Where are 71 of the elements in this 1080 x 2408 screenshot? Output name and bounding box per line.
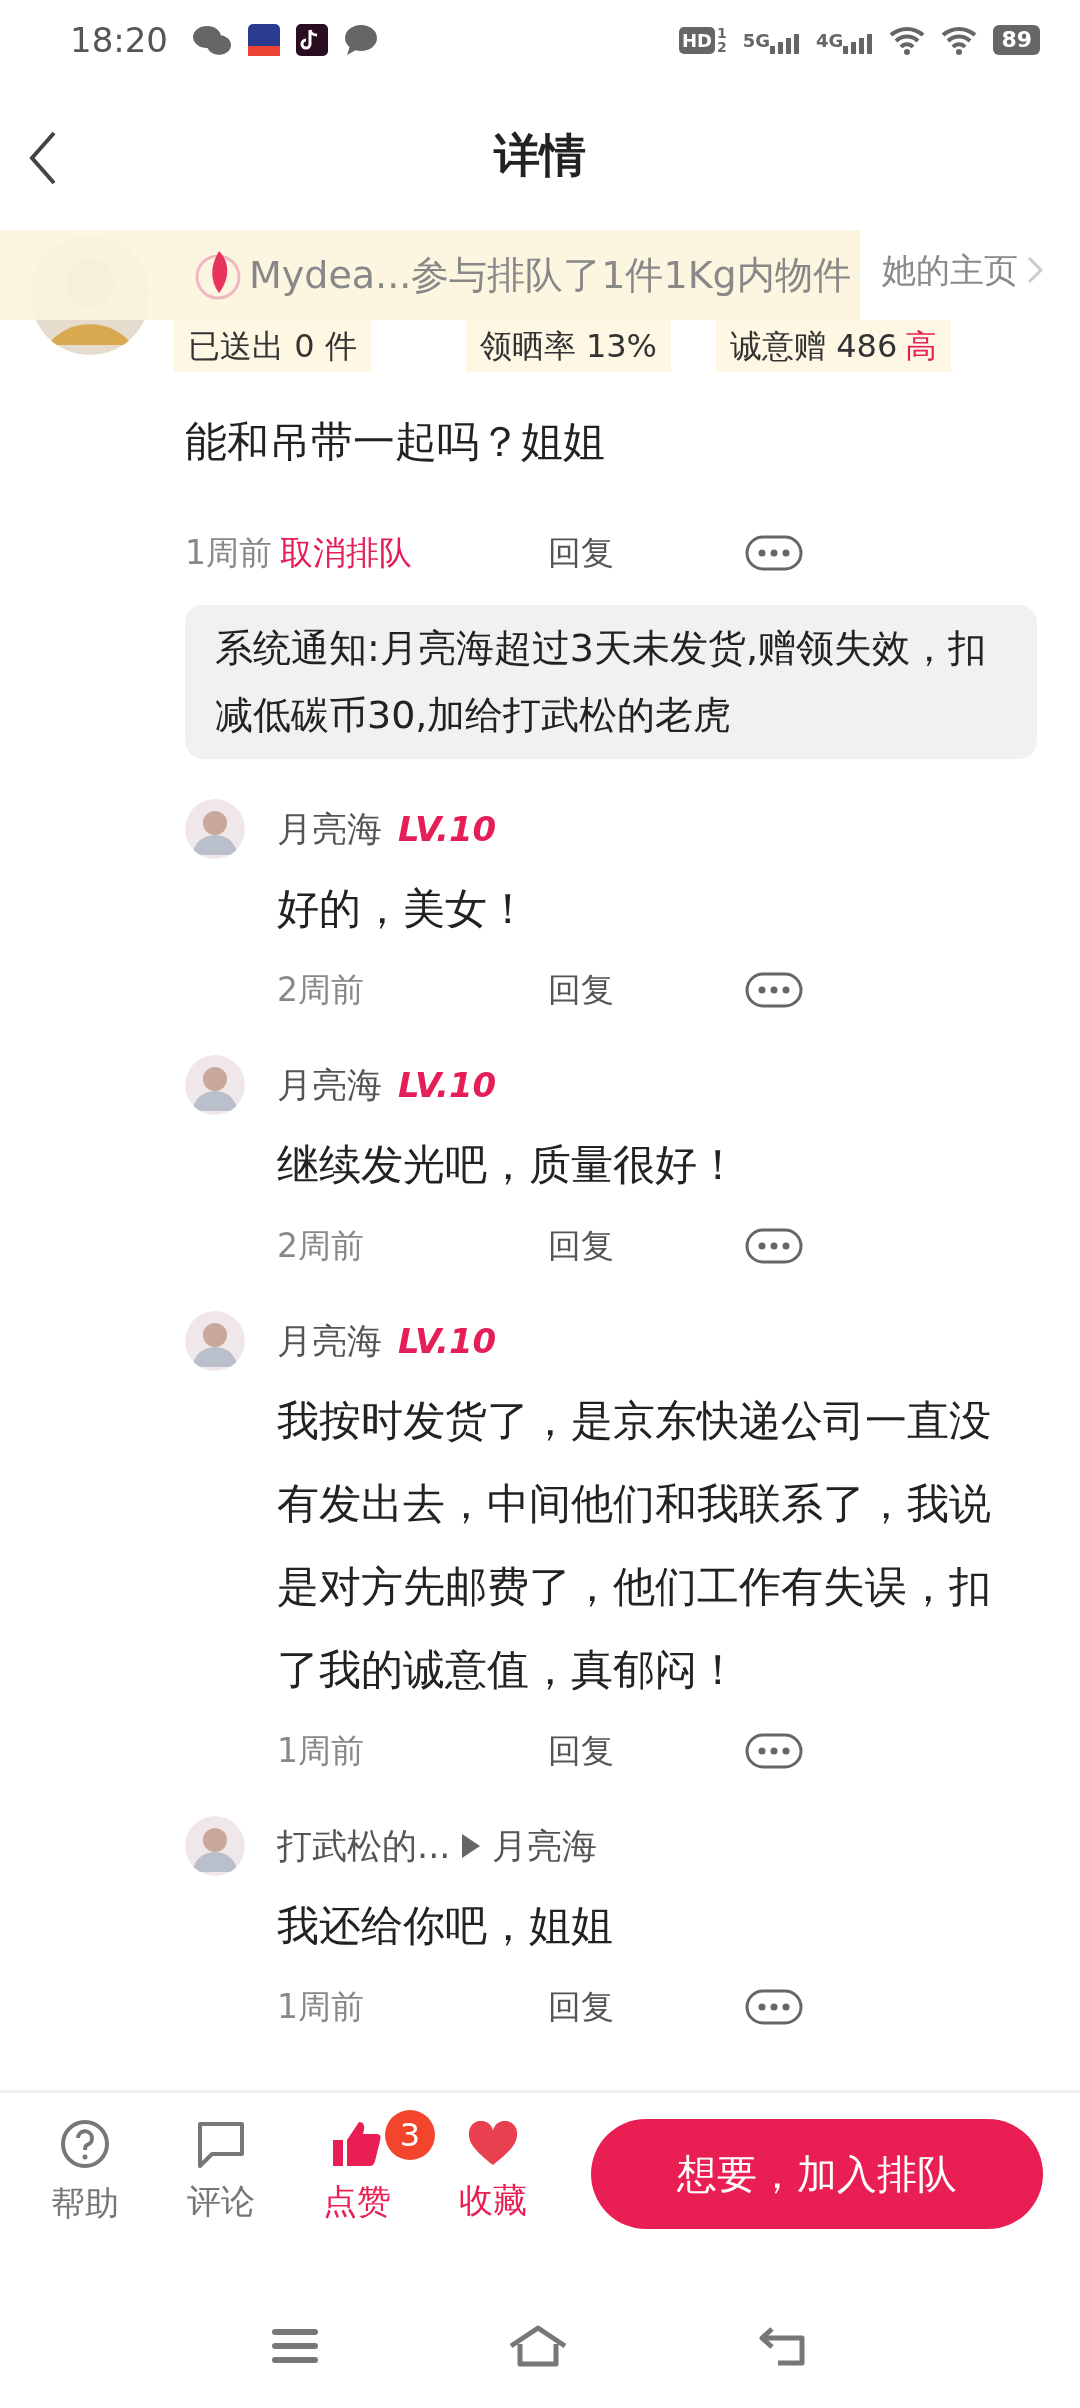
signal-icon	[843, 31, 874, 54]
level-tag: LV.10	[398, 1315, 497, 1367]
heart-icon[interactable]	[467, 2121, 519, 2167]
message-icon	[344, 24, 378, 56]
time-text: 2周前	[277, 1225, 364, 1268]
level-tag: LV.10	[398, 803, 497, 855]
avatar	[185, 799, 245, 859]
hd-indicator: HD	[679, 26, 715, 54]
avatar	[185, 1816, 245, 1876]
page-title: 详情	[494, 126, 586, 184]
time-text: 2周前	[277, 969, 364, 1012]
time-text: 1周前	[277, 1986, 364, 2029]
action-label[interactable]: 收藏	[459, 2175, 527, 2226]
cancel-link[interactable]: 取消排队	[280, 528, 412, 578]
user-name: 打武松的...	[277, 1824, 451, 1868]
post-text: 能和吊带一起吗？姐姐	[185, 416, 606, 468]
app-icon	[296, 24, 328, 56]
rating-tag: 高	[905, 327, 938, 365]
avatar	[185, 1055, 245, 1115]
stat-text: 领晒率 13%	[479, 327, 657, 365]
action-label[interactable]: 点赞	[323, 2176, 391, 2227]
profile-link[interactable]: 她的主页	[882, 244, 1018, 296]
comment-icon[interactable]	[196, 2120, 246, 2168]
network-type: 5G	[742, 28, 771, 53]
time-text: 1周前	[277, 1730, 364, 1773]
chat-app-icon	[192, 23, 232, 57]
time-text: 1周前	[185, 532, 272, 575]
comment-text: 好的，美女！	[277, 883, 530, 935]
wifi-icon	[889, 25, 926, 55]
action-label[interactable]: 帮助	[51, 2178, 119, 2229]
signal-icon	[770, 31, 801, 54]
sim-number: 2	[717, 40, 727, 54]
reply-link[interactable]: 回复	[548, 1726, 745, 1776]
stat-text: 诚意赠 486	[730, 327, 898, 365]
wifi-icon	[941, 25, 978, 55]
join-queue-button[interactable]: 想要，加入排队	[591, 2118, 1043, 2229]
more-icon[interactable]	[745, 972, 803, 1008]
reply-link[interactable]: 回复	[548, 1221, 745, 1271]
avatar	[185, 1311, 245, 1371]
app-icon	[248, 24, 280, 56]
more-icon[interactable]	[745, 1733, 803, 1769]
reply-link[interactable]: 回复	[548, 1982, 745, 2032]
banner-text: Mydea...参与排队了1件1Kg内物件	[249, 251, 851, 299]
back-icon[interactable]	[28, 130, 58, 186]
chevron-icon	[1026, 255, 1044, 285]
comment-text: 我还给你吧，姐姐	[277, 1900, 614, 1952]
user-name: 月亮海	[277, 807, 382, 851]
battery-indicator: 89	[993, 25, 1040, 55]
sim-number: 1	[717, 26, 727, 40]
comment-text: 我按时发货了，是京东快递公司一直没有发出去，中间他们和我联系了，我说是对方先邮费了，他们工作有失误，扣了我的诚意值，真郁闷！	[277, 1395, 992, 1696]
more-icon[interactable]	[745, 1989, 803, 2025]
user-name: 月亮海	[277, 1063, 382, 1107]
more-icon[interactable]	[745, 535, 803, 571]
user-name: 月亮海	[277, 1319, 382, 1363]
more-icon[interactable]	[745, 1228, 803, 1264]
back-icon[interactable]	[758, 2325, 808, 2367]
stat-text: 已送出 0 件	[188, 327, 357, 365]
count-badge: 3	[385, 2110, 435, 2160]
action-label[interactable]: 评论	[187, 2176, 255, 2227]
help-icon[interactable]	[59, 2118, 111, 2170]
thumbs-up-icon[interactable]	[331, 2120, 383, 2168]
system-notice: 系统通知:月亮海超过3天未发货,赠领失效，扣减低碳币30,加给打武松的老虎	[185, 605, 1037, 759]
menu-icon[interactable]	[272, 2327, 318, 2365]
reply-link[interactable]: 回复	[548, 965, 745, 1015]
level-tag: LV.10	[398, 1059, 497, 1111]
home-icon[interactable]	[508, 2324, 568, 2368]
network-type: 4G	[816, 28, 844, 53]
user-name: 月亮海	[492, 1824, 598, 1868]
status-time: 18:20	[70, 18, 168, 62]
comment-text: 继续发光吧，质量很好！	[277, 1139, 740, 1191]
reply-link[interactable]: 回复	[548, 528, 745, 578]
